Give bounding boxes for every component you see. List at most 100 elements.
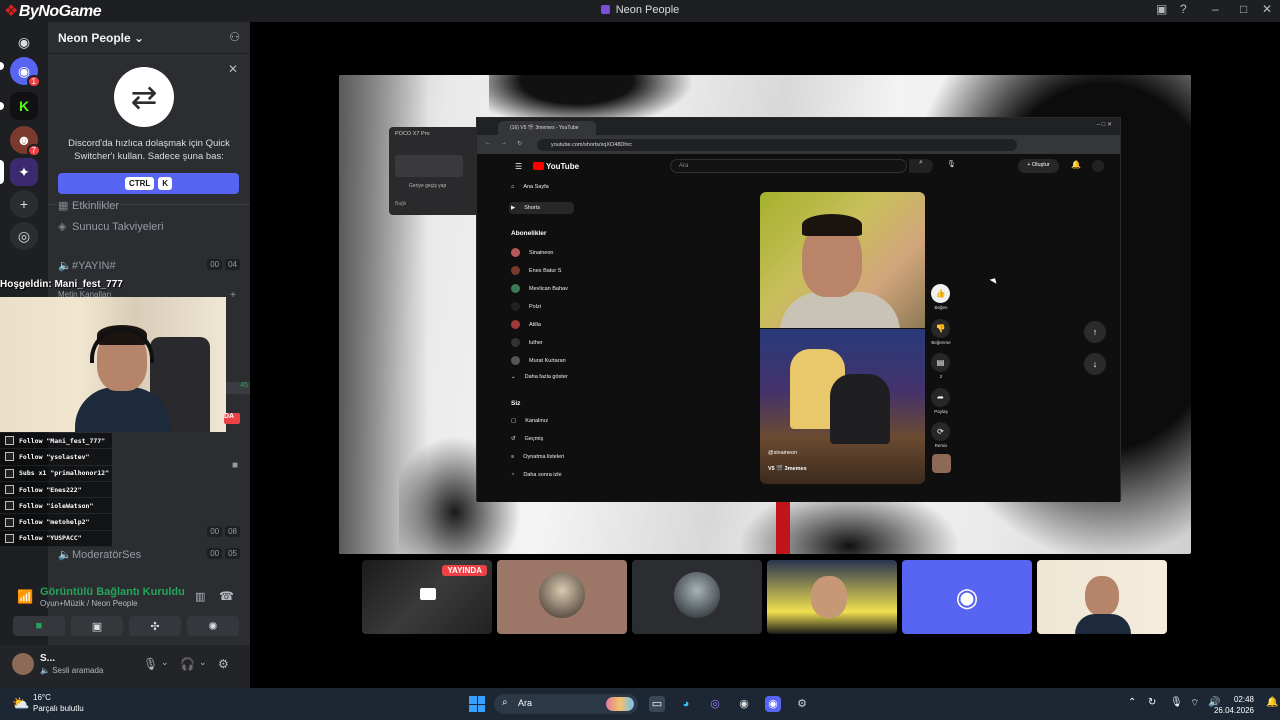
- window-title: Neon People: [0, 4, 1280, 16]
- stream-area: POCO X7 Pro Geriye geçiş yap Bağlı (16) …: [250, 22, 1280, 688]
- signal-icon[interactable]: 📶: [17, 589, 33, 605]
- menu-icon: ☰: [515, 162, 523, 171]
- minimize-button[interactable]: –: [1212, 2, 1219, 16]
- thumbs-down-icon: 👎: [931, 319, 950, 338]
- weather-icon[interactable]: ⛅: [12, 695, 29, 712]
- action-label: Paylaş: [934, 409, 948, 414]
- participant-webcam-tile[interactable]: [767, 560, 897, 634]
- obs-icon[interactable]: ◉: [736, 696, 752, 712]
- you-item: ◔ Daha sonra izle: [511, 472, 562, 478]
- server-header[interactable]: Neon People ⌄ ⚇: [48, 22, 250, 54]
- chevron-down-icon[interactable]: ⌄: [161, 657, 169, 668]
- steam-icon[interactable]: ⚙: [794, 696, 810, 712]
- notification-icon[interactable]: 🔔: [1266, 697, 1278, 708]
- add-member-icon[interactable]: ⚇: [229, 30, 240, 44]
- arrow-down-icon: ↓: [1084, 353, 1106, 375]
- server-avatar-icon[interactable]: ☻ 7: [10, 126, 41, 157]
- subscription-label: Sinaineon: [529, 249, 554, 256]
- youtube-play-icon: [533, 162, 544, 170]
- server-name-text: Neon People: [58, 31, 131, 45]
- screen-share-icon: ▣: [91, 620, 103, 633]
- chevron-down-icon[interactable]: ⌄: [199, 657, 207, 668]
- explore-icon[interactable]: ◎: [10, 222, 38, 250]
- close-icon[interactable]: ✕: [228, 62, 238, 76]
- sync-icon[interactable]: ↻: [1148, 697, 1156, 708]
- microphone-icon[interactable]: 🎙: [143, 657, 158, 671]
- event-row: Follow "Mani_fest_777": [0, 433, 112, 450]
- taskbar-search[interactable]: ⌕ Ara: [494, 694, 638, 714]
- camera-button[interactable]: ■: [13, 616, 65, 636]
- wifi-icon[interactable]: ⌔: [1190, 697, 1199, 710]
- channel-moderators[interactable]: 🔈ModeratörSes: [58, 548, 141, 561]
- event-row: Follow "Enes222": [0, 481, 112, 499]
- activities-button[interactable]: ✣: [129, 616, 181, 636]
- close-window-button[interactable]: ✕: [1262, 2, 1272, 16]
- system-clock[interactable]: 02:48 26.04.2026: [1214, 694, 1254, 716]
- remix-icon: ⟳: [931, 422, 950, 441]
- server-name[interactable]: Neon People ⌄: [58, 31, 144, 45]
- channel-events[interactable]: ▦ Etkinlikler: [58, 199, 119, 212]
- search-icon: ⌕: [909, 159, 933, 173]
- swap-arrows-icon: ⇄: [114, 67, 174, 127]
- participant-face: [811, 576, 847, 618]
- subscription-label: Atilla: [529, 321, 541, 328]
- neon-people-server-icon[interactable]: ✦: [10, 158, 38, 186]
- discord-taskbar-icon[interactable]: ◉: [765, 696, 781, 712]
- phone-title: POCO X7 Pro: [395, 131, 430, 137]
- screen-share-button[interactable]: ▣: [71, 616, 123, 636]
- video-camera-icon: ■: [35, 620, 43, 632]
- key-k: K: [158, 177, 173, 190]
- participant-discord-tile[interactable]: ◉: [902, 560, 1032, 634]
- kick-server-icon[interactable]: K: [10, 92, 38, 120]
- soundboard-button[interactable]: ✺: [187, 616, 239, 636]
- disconnect-icon[interactable]: ☎: [219, 589, 234, 603]
- channel-yayin[interactable]: 🔈#YAYIN#: [58, 259, 116, 272]
- tray-chevron-icon[interactable]: ⌃: [1128, 697, 1136, 708]
- event-icon: [5, 452, 14, 462]
- nav-label: Shorts: [524, 205, 541, 211]
- inbox-icon[interactable]: ▣: [1156, 2, 1167, 16]
- discord-home-icon[interactable]: ◉: [10, 28, 38, 56]
- weather-temp[interactable]: 16°C: [33, 693, 51, 702]
- shortcut-bar[interactable]: CTRL K: [58, 173, 239, 194]
- weather-desc[interactable]: Parçalı bulutlu: [33, 704, 84, 713]
- channel-yayin-label: #YAYIN#: [72, 260, 116, 272]
- add-channel-icon[interactable]: +: [230, 290, 236, 301]
- voice-status[interactable]: Görüntülü Bağlantı Kuruldu: [40, 586, 185, 598]
- participant-tile[interactable]: [632, 560, 762, 634]
- username[interactable]: S...: [40, 653, 55, 664]
- arrow-up-icon: ↑: [1084, 321, 1106, 343]
- edge-icon[interactable]: ◕: [678, 696, 694, 712]
- screen-share-view[interactable]: POCO X7 Pro Geriye geçiş yap Bağlı (16) …: [339, 75, 1191, 554]
- participant-tile[interactable]: [497, 560, 627, 634]
- comment-icon: ▤: [931, 353, 950, 372]
- task-view-icon[interactable]: ▭: [649, 696, 665, 712]
- voice-channel[interactable]: Oyun+Müzik / Neon People: [40, 599, 138, 608]
- you-label: Kanalınız: [525, 418, 549, 424]
- event-icon: [5, 501, 14, 511]
- event-text: Follow "Mani_fest_777": [19, 436, 106, 445]
- noise-suppression-icon[interactable]: ▥: [195, 590, 205, 603]
- mic-tray-icon[interactable]: 🎙: [1170, 697, 1183, 708]
- subscription-item: Polzi: [511, 302, 541, 311]
- avatar[interactable]: [12, 653, 34, 675]
- channel-boosts[interactable]: ◈ Sunucu Takviyeleri: [58, 220, 164, 233]
- bell-icon: 🔔: [1071, 160, 1081, 169]
- start-button[interactable]: [469, 696, 485, 712]
- add-server-icon[interactable]: +: [10, 190, 38, 218]
- direct-messages-icon[interactable]: ◉ 1: [10, 57, 41, 88]
- event-icon: [5, 468, 14, 478]
- copilot-icon[interactable]: ◎: [707, 696, 723, 712]
- wallpaper-red-mark: [776, 495, 790, 554]
- soundboard-icon: ✺: [208, 620, 218, 633]
- server-icon: [600, 5, 610, 14]
- event-text: Follow "Enes222": [19, 485, 82, 494]
- nav-home: ⌂ Ana Sayfa: [511, 184, 549, 190]
- gear-icon[interactable]: ⚙: [218, 657, 229, 671]
- help-icon[interactable]: ?: [1180, 2, 1187, 16]
- maximize-button[interactable]: □: [1240, 2, 1247, 16]
- participant-streamer-tile[interactable]: [1037, 560, 1167, 634]
- participant-stream-tile[interactable]: YAYINDA: [362, 560, 492, 634]
- headphones-icon[interactable]: 🎧: [180, 657, 195, 671]
- count-users: 00: [207, 259, 223, 270]
